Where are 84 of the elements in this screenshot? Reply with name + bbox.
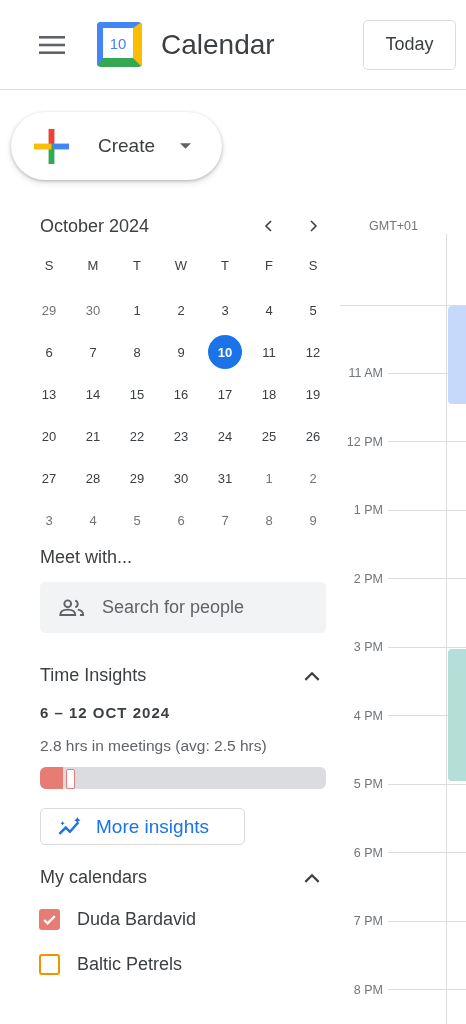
calendar-name: Baltic Petrels bbox=[77, 954, 183, 975]
chevron-up-icon[interactable] bbox=[304, 670, 320, 681]
weekday-label: M bbox=[86, 256, 100, 275]
create-button[interactable]: Create bbox=[11, 112, 222, 180]
day-cell[interactable]: 1 bbox=[252, 461, 286, 495]
day-cell[interactable]: 2 bbox=[296, 461, 330, 495]
weekday-label: W bbox=[173, 256, 189, 275]
month-title: October 2024 bbox=[40, 215, 151, 237]
day-cell[interactable]: 14 bbox=[76, 377, 110, 411]
day-cell[interactable]: 11 bbox=[252, 335, 286, 369]
hour-label: 8 PM bbox=[352, 982, 383, 997]
day-cell[interactable]: 10 bbox=[208, 335, 242, 369]
day-cell[interactable]: 9 bbox=[296, 503, 330, 537]
day-cell[interactable]: 12 bbox=[296, 335, 330, 369]
section-title: My calendars bbox=[40, 867, 148, 888]
weekday-label: F bbox=[264, 256, 274, 275]
hour-label: 1 PM bbox=[352, 503, 383, 518]
day-cell[interactable]: 7 bbox=[76, 335, 110, 369]
day-cell[interactable]: 2 bbox=[164, 293, 198, 327]
app-title: Calendar bbox=[161, 28, 275, 61]
day-cell[interactable]: 1 bbox=[120, 293, 154, 327]
calendar-logo: 10 bbox=[97, 22, 142, 67]
day-cell[interactable]: 13 bbox=[32, 377, 66, 411]
hour-label: 3 PM bbox=[352, 640, 383, 655]
day-cell[interactable]: 15 bbox=[120, 377, 154, 411]
day-cell[interactable]: 5 bbox=[296, 293, 330, 327]
day-cell[interactable]: 4 bbox=[252, 293, 286, 327]
day-cell[interactable]: 29 bbox=[120, 461, 154, 495]
timezone-label: GMT+01 bbox=[369, 219, 418, 233]
section-title: Meet with... bbox=[40, 547, 134, 568]
average-marker bbox=[65, 769, 75, 789]
hour-label: 11 AM bbox=[347, 366, 383, 381]
day-cell[interactable]: 8 bbox=[120, 335, 154, 369]
day-cell[interactable]: 24 bbox=[208, 419, 242, 453]
hour-label: 6 PM bbox=[352, 845, 383, 860]
weekday-label: S bbox=[307, 256, 319, 275]
weekday-label: S bbox=[43, 256, 55, 275]
hour-label: 4 PM bbox=[352, 708, 383, 723]
menu-icon[interactable] bbox=[39, 35, 65, 54]
day-cell[interactable]: 7 bbox=[208, 503, 242, 537]
today-button[interactable]: Today bbox=[363, 19, 456, 70]
day-cell[interactable]: 5 bbox=[120, 503, 154, 537]
day-cell[interactable]: 26 bbox=[296, 419, 330, 453]
search-field[interactable]: Search for people bbox=[40, 582, 326, 633]
weekday-label: T bbox=[220, 256, 230, 275]
day-cell[interactable]: 21 bbox=[76, 419, 110, 453]
day-cell[interactable]: 3 bbox=[32, 503, 66, 537]
calendar-name: Duda Bardavid bbox=[77, 909, 197, 930]
day-cell[interactable]: 27 bbox=[32, 461, 66, 495]
day-cell[interactable]: 20 bbox=[32, 419, 66, 453]
day-cell[interactable]: 6 bbox=[32, 335, 66, 369]
calendar-checkbox[interactable] bbox=[39, 954, 60, 975]
plus-icon bbox=[34, 128, 69, 164]
day-cell[interactable]: 23 bbox=[164, 419, 198, 453]
day-cell[interactable]: 18 bbox=[252, 377, 286, 411]
hour-label: 5 PM bbox=[352, 777, 383, 792]
next-month-icon[interactable] bbox=[307, 220, 319, 232]
caret-icon bbox=[180, 143, 192, 149]
weekday-label: T bbox=[132, 256, 142, 275]
day-cell[interactable]: 22 bbox=[120, 419, 154, 453]
calendar-checkbox[interactable] bbox=[39, 909, 60, 930]
day-cell[interactable]: 30 bbox=[76, 293, 110, 327]
date-range: 6 – 12 OCT 2024 bbox=[40, 704, 172, 721]
more-insights-button[interactable]: More insights bbox=[40, 808, 245, 845]
day-cell[interactable]: 4 bbox=[76, 503, 110, 537]
day-cell[interactable]: 31 bbox=[208, 461, 242, 495]
chevron-up-icon[interactable] bbox=[304, 872, 320, 883]
day-cell[interactable]: 3 bbox=[208, 293, 242, 327]
section-title: Time Insights bbox=[40, 665, 147, 686]
day-cell[interactable]: 28 bbox=[76, 461, 110, 495]
day-cell[interactable]: 25 bbox=[252, 419, 286, 453]
day-cell[interactable]: 17 bbox=[208, 377, 242, 411]
hour-label: 12 PM bbox=[345, 434, 383, 449]
meetings-summary: 2.8 hrs in meetings (avg: 2.5 hrs) bbox=[40, 737, 268, 755]
hour-label: 7 PM bbox=[352, 914, 383, 929]
hour-label: 2 PM bbox=[352, 571, 383, 586]
day-cell[interactable]: 6 bbox=[164, 503, 198, 537]
day-cell[interactable]: 8 bbox=[252, 503, 286, 537]
day-cell[interactable]: 29 bbox=[32, 293, 66, 327]
day-cell[interactable]: 19 bbox=[296, 377, 330, 411]
previous-month-icon[interactable] bbox=[263, 220, 275, 232]
day-cell[interactable]: 9 bbox=[164, 335, 198, 369]
day-cell[interactable]: 16 bbox=[164, 377, 198, 411]
day-cell[interactable]: 30 bbox=[164, 461, 198, 495]
